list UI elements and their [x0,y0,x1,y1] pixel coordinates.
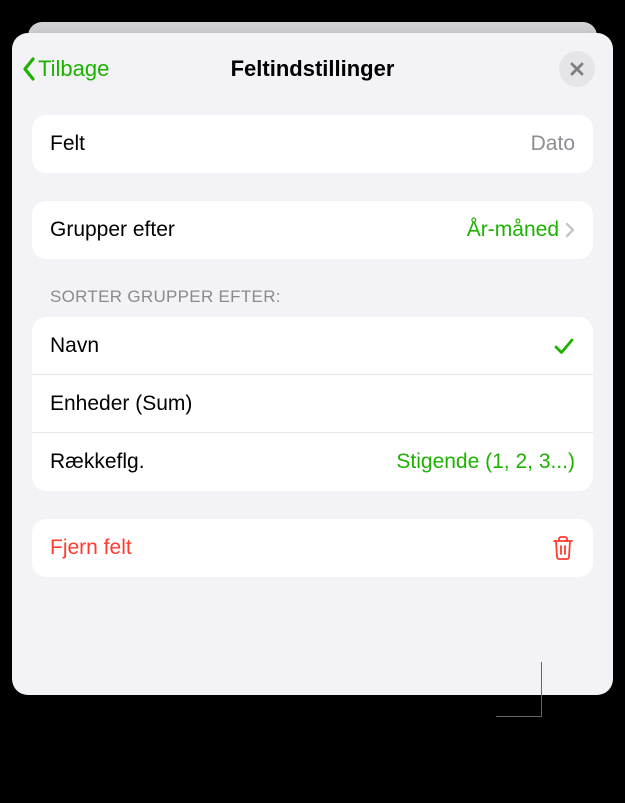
callout-line-2: felt fra pivottabellen. [284,734,490,760]
group-by-row[interactable]: Grupper efter År-måned [32,201,593,259]
remove-field-label: Fjern felt [50,536,132,560]
sort-by-name-row[interactable]: Navn [32,317,593,375]
sheet-content: Felt Dato Grupper efter År-måned SORTER … [12,101,613,577]
sheet-header: Tilbage Feltindstillinger [12,33,613,101]
sort-name-label: Navn [50,334,99,358]
sort-order-value: Stigende (1, 2, 3...) [396,450,575,474]
trash-icon [551,535,575,561]
group-by-label: Grupper efter [50,218,175,242]
close-icon [569,61,585,77]
chevron-left-icon [22,57,36,81]
chevron-right-icon [565,222,575,238]
remove-field-row[interactable]: Fjern felt [32,519,593,577]
sort-order-row[interactable]: Rækkeflg. Stigende (1, 2, 3...) [32,433,593,491]
group-by-value: År-måned [467,218,559,242]
settings-sheet: Tilbage Feltindstillinger Felt Dato Grup… [12,33,613,695]
sort-by-units-row[interactable]: Enheder (Sum) [32,375,593,433]
sort-section-header: SORTER GRUPPER EFTER: [32,287,593,317]
field-value: Dato [531,132,575,156]
field-label: Felt [50,132,85,156]
sheet-title: Feltindstillinger [231,56,395,82]
callout-line [541,662,542,716]
remove-group: Fjern felt [32,519,593,577]
sort-order-label: Rækkeflg. [50,450,145,474]
sort-group: Navn Enheder (Sum) Rækkeflg. Stigende (1… [32,317,593,491]
field-row[interactable]: Felt Dato [32,115,593,173]
field-group: Felt Dato [32,115,593,173]
sort-units-label: Enheder (Sum) [50,392,192,416]
callout-line [496,716,542,717]
back-label: Tilbage [38,56,109,82]
back-button[interactable]: Tilbage [22,56,109,82]
close-button[interactable] [559,51,595,87]
callout-line-1: Tryk for at fjerne dette [266,704,490,730]
checkmark-icon [553,335,575,357]
group-by-group: Grupper efter År-måned [32,201,593,259]
callout-text: Tryk for at fjerne dette felt fra pivott… [190,703,490,763]
